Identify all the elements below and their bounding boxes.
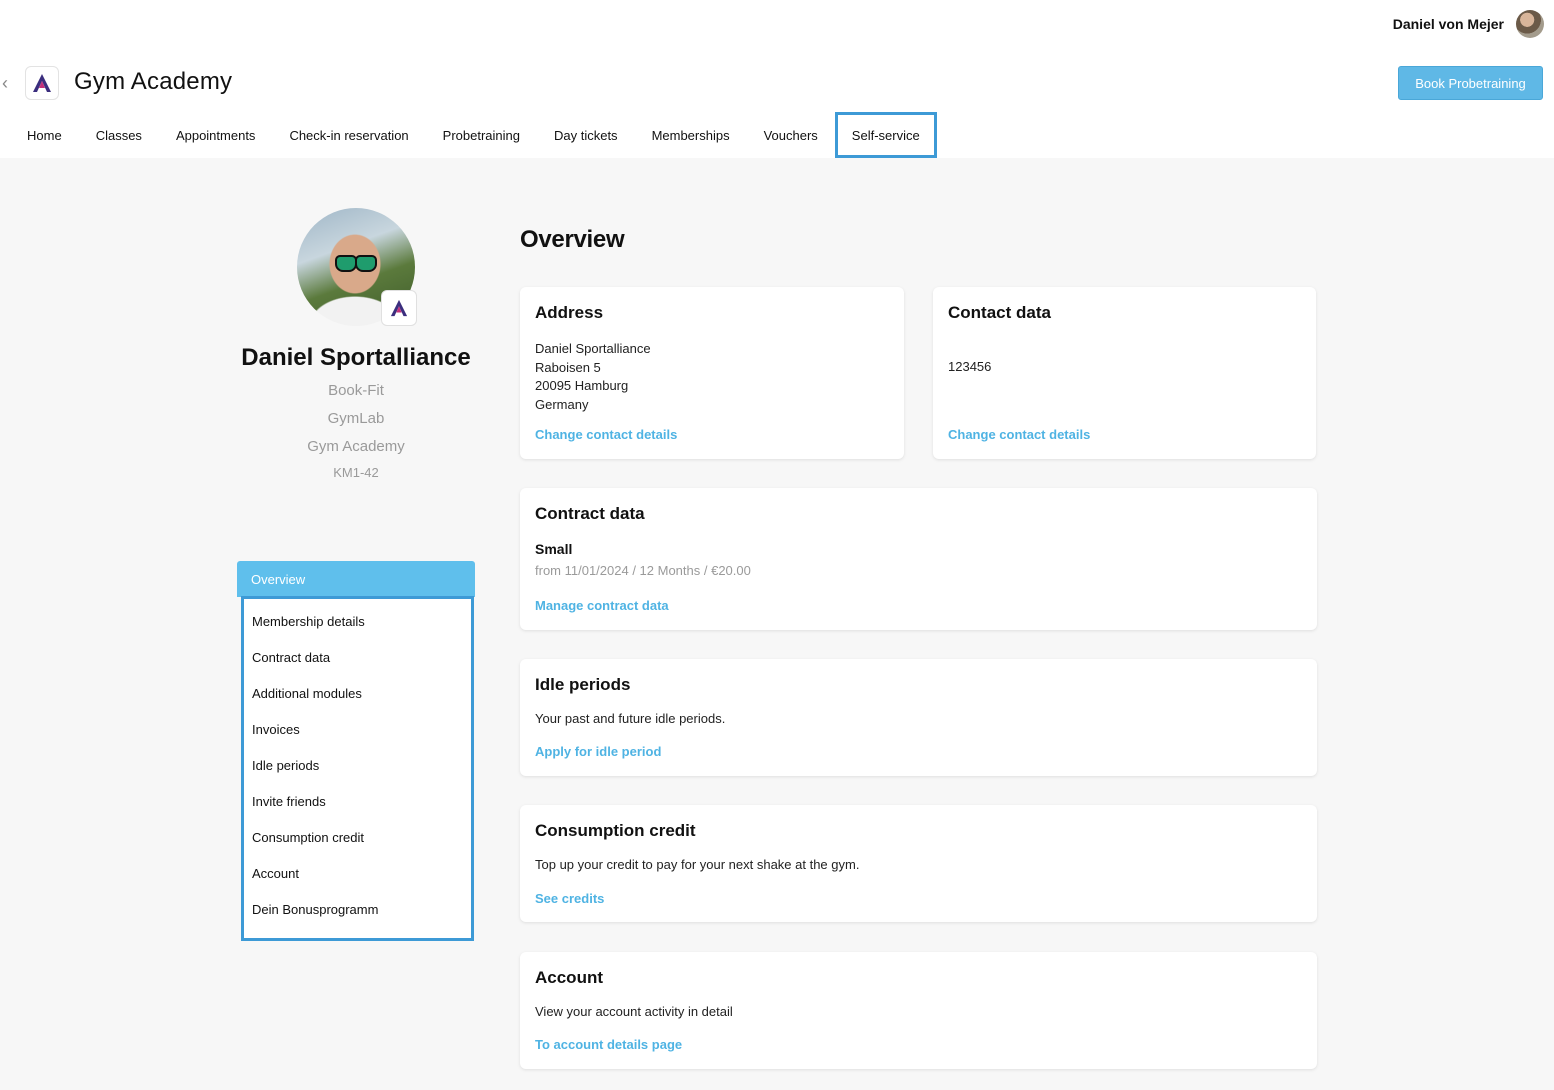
sidebar-item-invoices[interactable]: Invoices <box>244 711 471 747</box>
card-title: Account <box>535 968 603 987</box>
sidebar-item-contract-data[interactable]: Contract data <box>244 639 471 675</box>
tab-check-in-reservation[interactable]: Check-in reservation <box>272 112 425 158</box>
idle-periods-card: Idle periods Your past and future idle p… <box>520 659 1317 776</box>
contract-card: Contract data Small from 11/01/2024 / 12… <box>520 488 1317 630</box>
card-title: Contract data <box>535 504 645 523</box>
studio-name: Book-Fit <box>328 382 384 399</box>
address-line: 20095 Hamburg <box>535 378 629 393</box>
tab-probetraining[interactable]: Probetraining <box>426 112 537 158</box>
account-details-link[interactable]: To account details page <box>535 1037 682 1052</box>
tab-self-service[interactable]: Self-service <box>834 112 937 158</box>
address-line: Daniel Sportalliance <box>535 341 651 356</box>
sidebar-item-membership-details[interactable]: Membership details <box>244 603 471 639</box>
apply-idle-period-link[interactable]: Apply for idle period <box>535 744 661 759</box>
address-lines: Daniel Sportalliance Raboisen 5 20095 Ha… <box>535 340 889 414</box>
contact-phone: 123456 <box>948 359 992 374</box>
top-bar: Daniel von Mejer ‹ Gym Academy Book Prob… <box>0 0 1554 158</box>
contract-plan: Small <box>535 541 573 557</box>
chevron-left-icon[interactable]: ‹ <box>2 74 16 92</box>
card-description: Top up your credit to pay for your next … <box>535 857 860 872</box>
page-title: Overview <box>520 226 625 253</box>
sidebar-item-idle-periods[interactable]: Idle periods <box>244 747 471 783</box>
sidebar-item-consumption-credit[interactable]: Consumption credit <box>244 819 471 855</box>
profile-photo <box>297 208 417 326</box>
app-title: Gym Academy <box>74 68 233 95</box>
tab-day-tickets[interactable]: Day tickets <box>537 112 635 158</box>
sidebar-menu: Membership details Contract data Additio… <box>241 596 474 941</box>
sidebar-item-invite-friends[interactable]: Invite friends <box>244 783 471 819</box>
tab-classes[interactable]: Classes <box>79 112 159 158</box>
tab-appointments[interactable]: Appointments <box>159 112 273 158</box>
change-contact-details-link[interactable]: Change contact details <box>948 427 1090 442</box>
account-card: Account View your account activity in de… <box>520 952 1317 1069</box>
sunglasses-graphic <box>335 255 377 272</box>
card-title: Idle periods <box>535 675 631 694</box>
sidebar-item-additional-modules[interactable]: Additional modules <box>244 675 471 711</box>
user-avatar[interactable] <box>1516 10 1544 38</box>
sidebar-item-account[interactable]: Account <box>244 855 471 891</box>
manage-contract-data-link[interactable]: Manage contract data <box>535 598 669 613</box>
sidebar-item-bonusprogramm[interactable]: Dein Bonusprogramm <box>244 891 471 927</box>
change-contact-details-link[interactable]: Change contact details <box>535 427 677 442</box>
studio-name: Gym Academy <box>307 438 405 455</box>
sidebar-item-overview[interactable]: Overview <box>237 561 475 597</box>
address-line: Germany <box>535 396 589 412</box>
card-description: View your account activity in detail <box>535 1004 733 1019</box>
address-line: Raboisen 5 <box>535 359 601 375</box>
member-id: KM1-42 <box>333 465 379 480</box>
tab-vouchers[interactable]: Vouchers <box>747 112 835 158</box>
gym-logo-icon <box>381 290 417 326</box>
profile-card: Daniel Sportalliance Book-Fit GymLab Gym… <box>236 208 476 480</box>
card-title: Contact data <box>948 303 1051 322</box>
card-title: Consumption credit <box>535 821 696 840</box>
user-name[interactable]: Daniel von Mejer <box>1393 16 1504 32</box>
tab-home[interactable]: Home <box>10 112 79 158</box>
card-description: Your past and future idle periods. <box>535 711 726 726</box>
profile-name: Daniel Sportalliance <box>241 344 471 371</box>
contact-card: Contact data 123456 Change contact detai… <box>933 287 1316 459</box>
book-probetraining-button[interactable]: Book Probetraining <box>1398 66 1543 100</box>
gym-logo-icon <box>25 66 59 100</box>
tab-memberships[interactable]: Memberships <box>635 112 747 158</box>
consumption-credit-card: Consumption credit Top up your credit to… <box>520 805 1317 922</box>
address-card: Address Daniel Sportalliance Raboisen 5 … <box>520 287 904 459</box>
main-nav: Home Classes Appointments Check-in reser… <box>10 112 937 158</box>
studio-name: GymLab <box>327 410 385 427</box>
card-title: Address <box>535 303 604 322</box>
see-credits-link[interactable]: See credits <box>535 891 604 906</box>
contract-details: from 11/01/2024 / 12 Months / €20.00 <box>535 563 751 578</box>
user-menu[interactable]: Daniel von Mejer <box>1393 10 1544 38</box>
